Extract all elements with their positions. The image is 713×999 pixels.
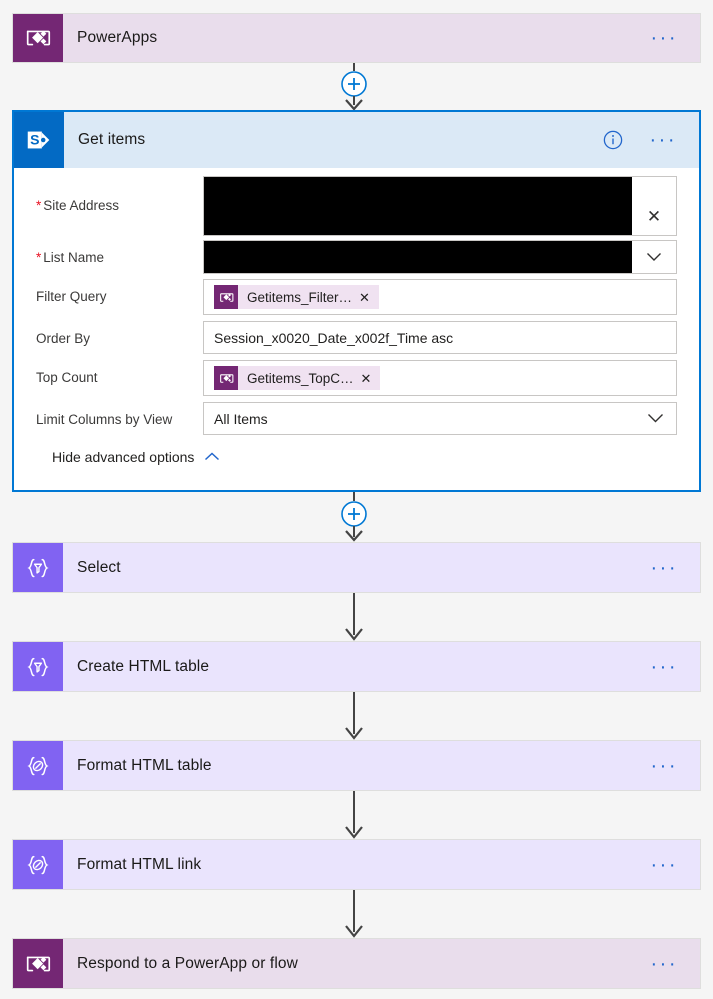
flow-step-respond-to-powerapp[interactable]: Respond to a PowerApp or flow ··· (12, 938, 701, 989)
hide-advanced-options-label: Hide advanced options (52, 449, 195, 465)
flow-step-format-html-link[interactable]: Format HTML link ··· (12, 839, 701, 890)
hide-advanced-options-button[interactable]: Hide advanced options (14, 435, 699, 481)
field-control-top-count[interactable]: Getitems_TopC… ✕ (203, 360, 677, 396)
flow-step-create-html-table[interactable]: Create HTML table ··· (12, 641, 701, 692)
data-operation-filter-icon (13, 642, 63, 691)
data-operation-compose-icon (13, 840, 63, 889)
field-control-site-address[interactable]: ✕ (203, 176, 677, 236)
connector-format-html-link-to-respond (345, 890, 363, 938)
flow-step-get-items[interactable]: S Get items ··· * Site Address ✕ * List … (12, 110, 701, 492)
limit-columns-by-view-select[interactable]: All Items (203, 402, 677, 435)
field-row-filter-query: Filter Query Getitems_Filter… ✕ (14, 279, 699, 315)
field-control-filter-query[interactable]: Getitems_Filter… ✕ (203, 279, 677, 315)
dynamic-content-token-top-count[interactable]: Getitems_TopC… ✕ (214, 366, 381, 390)
flow-step-format-html-table[interactable]: Format HTML table ··· (12, 740, 701, 791)
flow-step-title: Format HTML link (77, 855, 202, 873)
token-label: Getitems_TopC… (247, 370, 354, 386)
step-menu-button[interactable]: ··· (641, 840, 700, 889)
field-label-list-name: * List Name (36, 250, 105, 265)
flow-step-title: Respond to a PowerApp or flow (77, 954, 298, 972)
flow-step-title: Get items (78, 131, 146, 148)
step-menu-button[interactable]: ··· (641, 543, 700, 592)
step-menu-button[interactable]: ··· (641, 741, 700, 790)
step-menu-button[interactable]: ··· (641, 14, 700, 62)
sharepoint-icon: S (14, 112, 64, 168)
field-row-top-count: Top Count Getitems_TopC… ✕ (14, 360, 699, 396)
limit-columns-by-view-value: All Items (214, 410, 268, 427)
flow-step-title: Select (77, 558, 121, 576)
site-address-value-redacted[interactable] (204, 177, 632, 235)
field-label-top-count: Top Count (36, 370, 98, 385)
required-marker: * (36, 198, 42, 213)
powerapps-icon (13, 939, 63, 988)
connector-with-insert-2 (341, 492, 367, 542)
chevron-down-icon[interactable] (632, 241, 676, 273)
field-control-order-by[interactable]: Session_x0020_Date_x002f_Time asc (203, 321, 677, 354)
connector-format-html-table-to-format-html-link (345, 791, 363, 839)
insert-step-button[interactable] (341, 71, 367, 97)
token-label: Getitems_Filter… (247, 289, 353, 305)
list-name-value-redacted[interactable] (204, 241, 632, 273)
field-row-site-address: * Site Address ✕ (14, 176, 699, 236)
field-label-order-by: Order By (36, 331, 91, 346)
flow-step-title: Format HTML table (77, 756, 212, 774)
clear-icon[interactable]: ✕ (632, 177, 676, 235)
field-row-list-name: * List Name (14, 240, 699, 274)
flow-step-title: PowerApps (77, 29, 158, 46)
token-remove-icon[interactable]: ✕ (359, 291, 379, 304)
get-items-header[interactable]: S Get items ··· (14, 112, 699, 168)
field-control-limit-columns-by-view[interactable]: All Items (203, 402, 677, 435)
connector-with-insert-1 (341, 63, 367, 110)
field-row-limit-columns-by-view: Limit Columns by View All Items (14, 402, 699, 435)
data-operation-compose-icon (13, 741, 63, 790)
order-by-input[interactable]: Session_x0020_Date_x002f_Time asc (203, 321, 677, 354)
flow-step-powerapps-trigger[interactable]: PowerApps ··· (12, 13, 701, 63)
dynamic-content-token-filter-query[interactable]: Getitems_Filter… ✕ (214, 285, 379, 309)
step-menu-button[interactable]: ··· (641, 939, 700, 988)
step-menu-button[interactable]: ··· (640, 112, 699, 168)
info-icon[interactable] (602, 112, 640, 168)
field-label-limit-columns-by-view: Limit Columns by View (36, 412, 173, 427)
svg-text:S: S (30, 132, 39, 148)
step-menu-button[interactable]: ··· (641, 642, 700, 691)
required-marker: * (36, 250, 42, 265)
connector-create-html-table-to-format-html-table (345, 692, 363, 740)
powerapps-icon (13, 14, 63, 62)
insert-step-button[interactable] (341, 501, 367, 527)
field-label-site-address: * Site Address (36, 198, 120, 213)
chevron-down-icon[interactable] (647, 413, 664, 424)
get-items-form: * Site Address ✕ * List Name Filter Quer… (14, 168, 699, 481)
flow-step-title: Create HTML table (77, 657, 210, 675)
powerapps-icon (214, 285, 238, 309)
field-row-order-by: Order By Session_x0020_Date_x002f_Time a… (14, 321, 699, 354)
chevron-up-icon[interactable] (204, 452, 220, 462)
powerapps-icon (214, 366, 238, 390)
field-control-list-name[interactable] (203, 240, 677, 274)
field-label-filter-query: Filter Query (36, 289, 107, 304)
connector-select-to-create-html-table (345, 593, 363, 641)
data-operation-filter-icon (13, 543, 63, 592)
flow-step-select[interactable]: Select ··· (12, 542, 701, 593)
token-remove-icon[interactable]: ✕ (361, 372, 381, 385)
